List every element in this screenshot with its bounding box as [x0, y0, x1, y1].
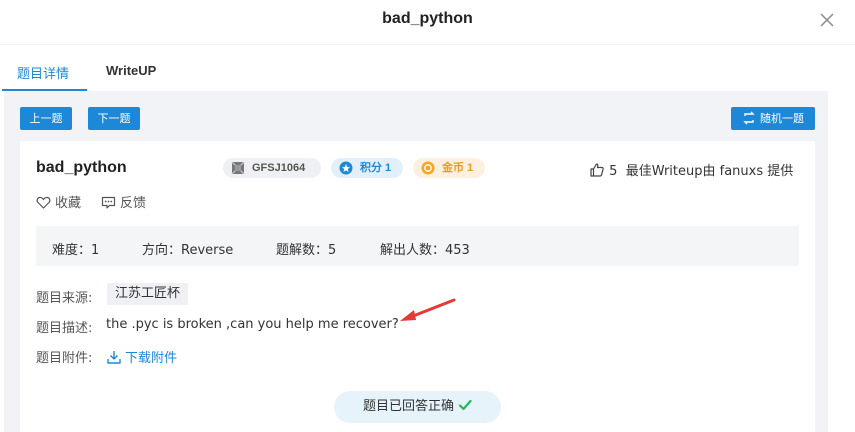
challenge-title: bad_python — [36, 159, 127, 176]
stats-bar: 难度：1 方向：Reverse 题解数：5 解出人数：453 — [36, 226, 799, 266]
feedback-icon — [101, 196, 116, 209]
solved-status-text: 题目已回答正确 — [362, 399, 454, 414]
dialog-title: bad_python — [382, 10, 473, 27]
random-challenge-button[interactable]: 随机一题 — [731, 107, 815, 130]
source-label: 题目来源: — [36, 291, 93, 306]
red-arrow-annotation — [400, 298, 456, 321]
random-challenge-label: 随机一题 — [760, 112, 804, 125]
challenge-id: GFSJ1064 — [252, 162, 306, 174]
thumbs-up-icon[interactable] — [589, 162, 605, 178]
likes-count: 5 — [609, 164, 618, 179]
dialog-header: bad_python — [0, 0, 855, 45]
solved-status-badge: 题目已回答正确 — [334, 391, 501, 423]
prev-challenge-button[interactable]: 上一题 — [20, 107, 72, 130]
next-challenge-button[interactable]: 下一题 — [88, 107, 140, 130]
download-attachment-link[interactable]: 下载附件 — [106, 347, 177, 366]
heart-icon — [36, 196, 51, 209]
solver-count-stat: 解出人数：453 — [380, 243, 470, 258]
challenge-id-badge: GFSJ1064 — [223, 158, 321, 178]
description-text: the .pyc is broken ,can you help me reco… — [106, 317, 399, 332]
favorite-label: 收藏 — [55, 196, 82, 211]
likes-info: 5 最佳Writeup由 fanuxs 提供 — [589, 160, 793, 179]
feedback-label: 反馈 — [120, 196, 147, 211]
shuffle-icon — [743, 111, 755, 125]
download-icon — [107, 351, 121, 364]
score-text: 积分 1 — [360, 162, 392, 174]
challenge-id-icon — [231, 161, 245, 175]
attachment-label: 题目附件: — [36, 351, 93, 366]
difficulty-stat: 难度：1 — [52, 243, 100, 258]
coin-icon — [421, 161, 435, 175]
close-icon[interactable] — [817, 10, 837, 30]
download-attachment-label: 下载附件 — [125, 351, 178, 366]
tab-bar: 题目详情 WriteUP — [0, 45, 855, 91]
score-badge: 积分 1 — [331, 158, 403, 178]
favorite-button[interactable]: 收藏 — [36, 192, 81, 211]
tab-writeup[interactable]: WriteUP — [106, 63, 156, 78]
feedback-button[interactable]: 反馈 — [101, 192, 146, 211]
score-icon — [339, 161, 353, 175]
description-label: 题目描述: — [36, 321, 93, 336]
direction-stat: 方向：Reverse — [142, 243, 234, 258]
solution-count-stat: 题解数：5 — [276, 243, 337, 258]
tab-challenge-details[interactable]: 题目详情 — [17, 63, 69, 82]
coin-badge: 金币 1 — [413, 158, 485, 178]
best-writeup-info: 最佳Writeup由 fanuxs 提供 — [625, 164, 794, 179]
checkmark-icon — [458, 399, 472, 411]
coin-text: 金币 1 — [442, 162, 474, 174]
source-tag: 江苏工匠杯 — [107, 283, 189, 305]
